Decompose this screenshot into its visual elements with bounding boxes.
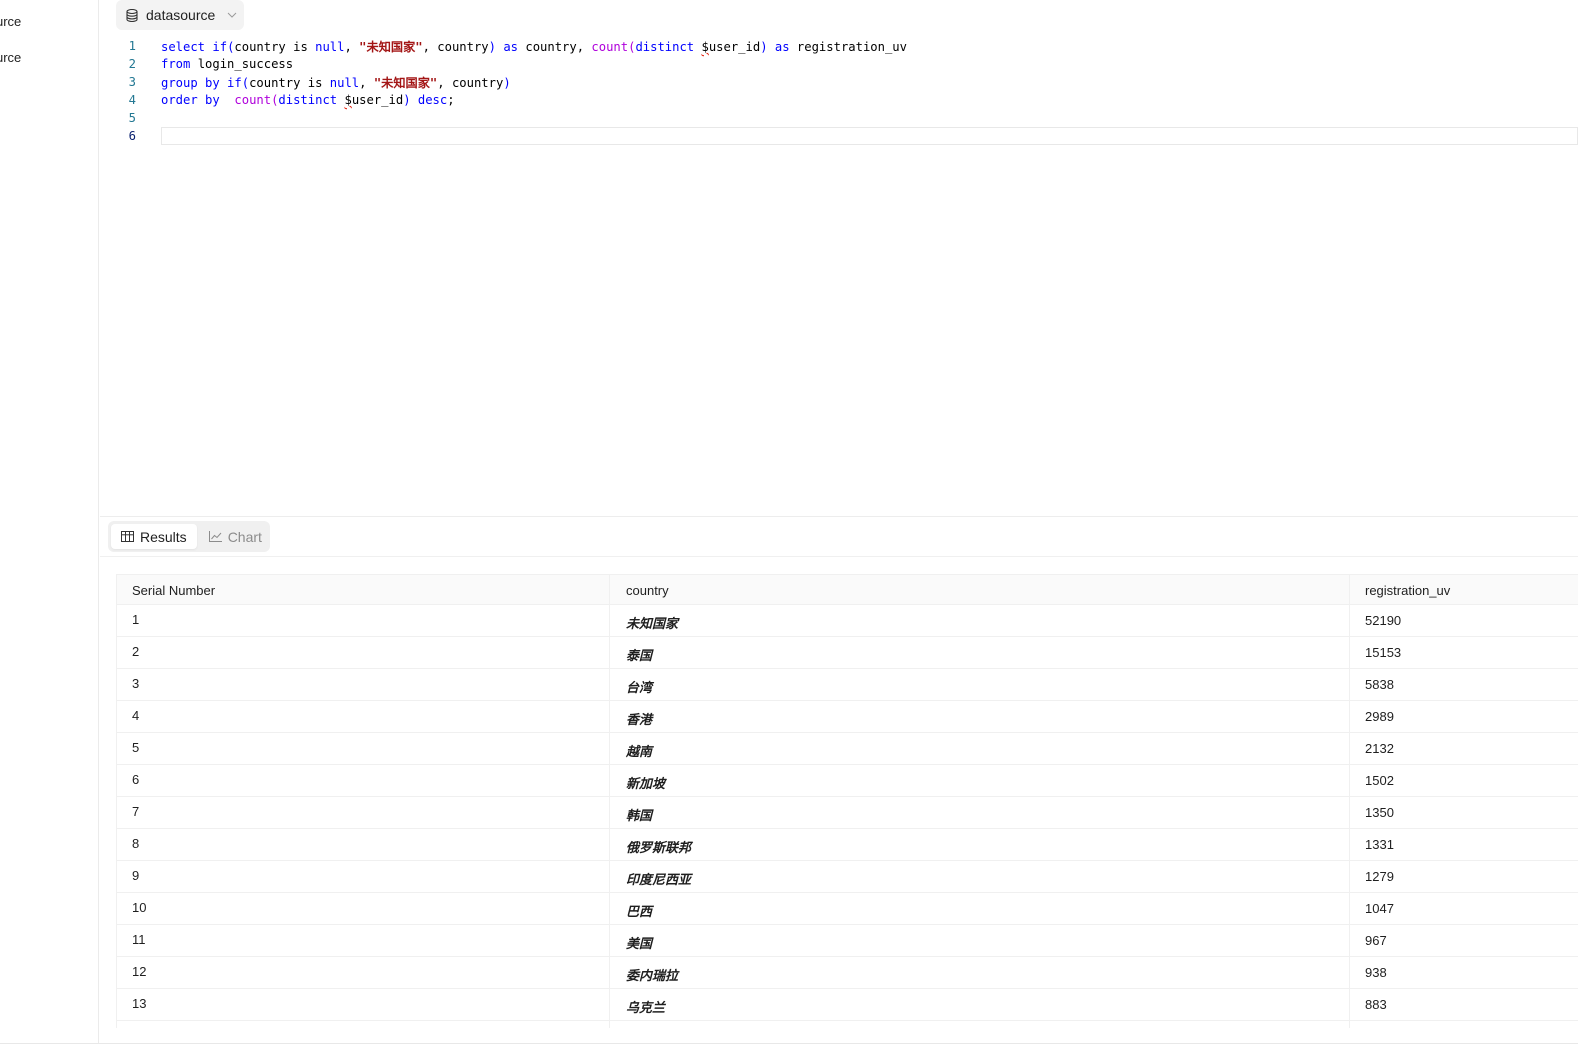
column-header-serial-number[interactable]: Serial Number xyxy=(117,575,609,604)
editor-divider xyxy=(100,516,1578,517)
line-number: 1 xyxy=(128,39,136,53)
cell-serial-number: 10 xyxy=(132,900,147,915)
bottom-border xyxy=(0,1043,1578,1044)
line-number: 2 xyxy=(128,57,136,71)
cell-registration-uv xyxy=(1349,1021,1578,1028)
line-number: 5 xyxy=(128,111,136,125)
cell-country: 台湾 xyxy=(609,669,1349,700)
table-row[interactable]: 6 新加坡 1502 xyxy=(117,765,1578,797)
tabs-divider xyxy=(100,556,1578,557)
tab-results[interactable]: Results xyxy=(111,524,197,549)
cell-country: 印度尼西亚 xyxy=(609,861,1349,892)
results-table: Serial Number country registration_uv 1 未… xyxy=(116,574,1578,1028)
line-number: 6 xyxy=(128,129,136,143)
cell-serial-number: 2 xyxy=(132,644,140,659)
column-header-registration-uv[interactable]: registration_uv xyxy=(1349,575,1578,604)
cell-serial-number: 3 xyxy=(132,676,140,691)
cell-registration-uv: 1502 xyxy=(1349,765,1578,796)
table-row[interactable]: 3 台湾 5838 xyxy=(117,669,1578,701)
cell-serial-number: 14 xyxy=(117,1021,609,1028)
line-number: 4 xyxy=(128,93,136,107)
cell-registration-uv: 2989 xyxy=(1349,701,1578,732)
editor-line-2: 2 from login_success xyxy=(100,55,1578,73)
editor-line-5: 5 xyxy=(100,109,1578,127)
cell-serial-number: 9 xyxy=(132,868,140,883)
editor-line-3: 3 group by if(country is null, "未知国家", c… xyxy=(100,73,1578,91)
cell-serial-number: 13 xyxy=(132,996,147,1011)
editor-line-1: 1 select if(country is null, "未知国家", cou… xyxy=(100,37,1578,55)
cell-country: 香港 xyxy=(609,701,1349,732)
code-line-2: from login_success xyxy=(161,57,294,71)
cell-serial-number: 11 xyxy=(132,932,146,947)
code-line-1: select if(country is null, "未知国家", count… xyxy=(161,40,907,54)
cell-country: 巴西 xyxy=(609,893,1349,924)
code-line-4: order by count(distinct $user_id) desc; xyxy=(161,93,455,107)
table-row[interactable]: 14 xyxy=(117,1021,1578,1028)
cell-country: 委内瑞拉 xyxy=(609,957,1349,988)
table-row[interactable]: 13 乌克兰 883 xyxy=(117,989,1578,1021)
sidebar-item-datasource-2[interactable]: urce xyxy=(0,50,21,65)
cell-registration-uv: 1350 xyxy=(1349,797,1578,828)
cell-serial-number: 5 xyxy=(132,740,140,755)
sql-editor[interactable]: 1 select if(country is null, "未知国家", cou… xyxy=(100,36,1578,516)
table-row[interactable]: 5 越南 2132 xyxy=(117,733,1578,765)
code-line-3: group by if(country is null, "未知国家", cou… xyxy=(161,76,511,90)
cell-country: 越南 xyxy=(609,733,1349,764)
cell-country: 未知国家 xyxy=(609,605,1349,636)
cell-country: 泰国 xyxy=(609,637,1349,668)
cell-registration-uv: 938 xyxy=(1349,957,1578,988)
cell-country xyxy=(609,1021,1349,1028)
table-row[interactable]: 8 俄罗斯联邦 1331 xyxy=(117,829,1578,861)
cell-serial-number: 1 xyxy=(132,612,140,627)
sidebar: urce urce xyxy=(0,0,99,1043)
cell-serial-number: 7 xyxy=(132,804,140,819)
table-header-row: Serial Number country registration_uv xyxy=(117,574,1578,605)
cell-country: 新加坡 xyxy=(609,765,1349,796)
cell-serial-number: 4 xyxy=(132,708,140,723)
cell-serial-number: 6 xyxy=(132,772,140,787)
result-tabs: Results Chart xyxy=(108,521,270,552)
table-row[interactable]: 2 泰国 15153 xyxy=(117,637,1578,669)
table-row[interactable]: 10 巴西 1047 xyxy=(117,893,1578,925)
cell-registration-uv: 2132 xyxy=(1349,733,1578,764)
cell-registration-uv: 5838 xyxy=(1349,669,1578,700)
table-row[interactable]: 11 美国 967 xyxy=(117,925,1578,957)
cell-registration-uv: 15153 xyxy=(1349,637,1578,668)
cell-registration-uv: 1047 xyxy=(1349,893,1578,924)
cell-registration-uv: 967 xyxy=(1349,925,1578,956)
table-row[interactable]: 7 韩国 1350 xyxy=(117,797,1578,829)
cell-registration-uv: 883 xyxy=(1349,989,1578,1020)
table-row[interactable]: 12 委内瑞拉 938 xyxy=(117,957,1578,989)
cell-country: 俄罗斯联邦 xyxy=(609,829,1349,860)
chevron-down-icon xyxy=(227,12,237,18)
cell-registration-uv: 52190 xyxy=(1349,605,1578,636)
table-row[interactable]: 4 香港 2989 xyxy=(117,701,1578,733)
table-icon xyxy=(121,531,134,542)
sidebar-item-datasource-1[interactable]: urce xyxy=(0,14,21,29)
line-chart-icon xyxy=(208,531,222,542)
table-row[interactable]: 9 印度尼西亚 1279 xyxy=(117,861,1578,893)
cell-country: 美国 xyxy=(609,925,1349,956)
tab-results-label: Results xyxy=(140,528,187,545)
cell-country: 乌克兰 xyxy=(609,989,1349,1020)
line-number: 3 xyxy=(128,75,136,89)
cell-registration-uv: 1331 xyxy=(1349,829,1578,860)
tab-chart-label: Chart xyxy=(227,528,262,545)
cell-serial-number: 8 xyxy=(132,836,140,851)
database-icon xyxy=(126,8,138,22)
table-row[interactable]: 1 未知国家 52190 xyxy=(117,605,1578,637)
editor-line-4: 4 order by count(distinct $user_id) desc… xyxy=(100,91,1578,109)
editor-line-6: 6 xyxy=(100,127,1578,145)
datasource-label: datasource xyxy=(146,7,216,23)
main-panel: datasource 1 select if(country is null, … xyxy=(100,0,1578,1043)
datasource-selector[interactable]: datasource xyxy=(116,0,244,30)
cell-country: 韩国 xyxy=(609,797,1349,828)
cell-registration-uv: 1279 xyxy=(1349,861,1578,892)
tab-chart[interactable]: Chart xyxy=(199,524,272,549)
cell-serial-number: 12 xyxy=(132,964,147,979)
column-header-country[interactable]: country xyxy=(609,575,1349,604)
